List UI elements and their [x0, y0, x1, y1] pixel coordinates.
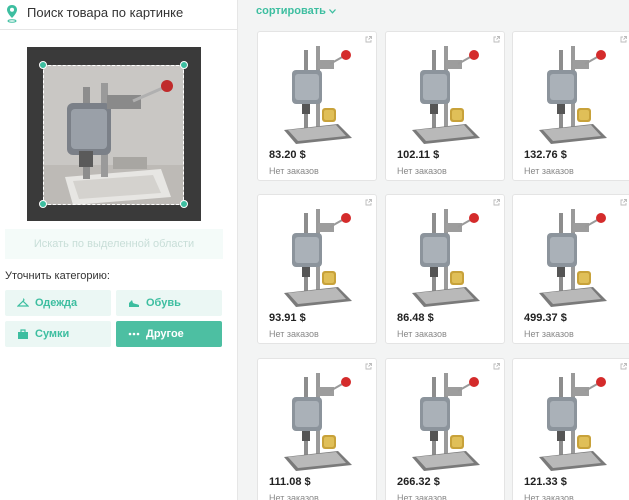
- selection-handle-bottom-right[interactable]: [180, 200, 188, 208]
- dots-icon: [128, 332, 140, 336]
- drill-press-photo: [43, 65, 184, 205]
- selection-handle-top-right[interactable]: [180, 61, 188, 69]
- product-card[interactable]: 86.48 $ Нет заказов: [385, 194, 505, 344]
- hanger-icon: [17, 298, 29, 307]
- external-link-icon[interactable]: [365, 199, 372, 206]
- product-image[interactable]: [406, 371, 486, 476]
- product-image[interactable]: [406, 44, 486, 149]
- product-orders: Нет заказов: [524, 166, 574, 176]
- product-orders: Нет заказов: [397, 329, 447, 339]
- product-price: 102.11 $: [397, 149, 440, 161]
- uploaded-photo: [43, 65, 184, 205]
- page-title: Поиск товара по картинке: [27, 5, 184, 20]
- product-card[interactable]: 102.11 $ Нет заказов: [385, 31, 505, 181]
- product-card[interactable]: 121.33 $ Нет заказов: [512, 358, 629, 500]
- left-panel: Поиск товара по картинке Искать по выдел…: [0, 0, 238, 500]
- external-link-icon[interactable]: [365, 363, 372, 370]
- product-image[interactable]: [278, 207, 358, 312]
- search-selected-area-button[interactable]: Искать по выделенной области: [5, 229, 223, 259]
- selection-handle-bottom-left[interactable]: [39, 200, 47, 208]
- product-price: 121.33 $: [524, 476, 567, 488]
- external-link-icon[interactable]: [620, 363, 627, 370]
- selection-handle-top-left[interactable]: [39, 61, 47, 69]
- shoe-icon: [129, 300, 139, 307]
- external-link-icon[interactable]: [365, 36, 372, 43]
- product-image[interactable]: [278, 44, 358, 149]
- category-label: Одежда: [35, 297, 78, 309]
- external-link-icon[interactable]: [620, 199, 627, 206]
- product-card[interactable]: 499.37 $ Нет заказов: [512, 194, 629, 344]
- sort-label: сортировать: [256, 5, 326, 17]
- product-price: 266.32 $: [397, 476, 440, 488]
- external-link-icon[interactable]: [620, 36, 627, 43]
- product-card[interactable]: 111.08 $ Нет заказов: [257, 358, 377, 500]
- bag-icon: [18, 329, 28, 339]
- external-link-icon[interactable]: [493, 36, 500, 43]
- refine-category-label: Уточнить категорию:: [5, 270, 110, 282]
- external-link-icon[interactable]: [493, 199, 500, 206]
- product-orders: Нет заказов: [524, 329, 574, 339]
- product-card[interactable]: 132.76 $ Нет заказов: [512, 31, 629, 181]
- product-price: 499.37 $: [524, 312, 567, 324]
- product-image[interactable]: [533, 207, 613, 312]
- product-card[interactable]: 83.20 $ Нет заказов: [257, 31, 377, 181]
- product-image[interactable]: [406, 207, 486, 312]
- category-label: Другое: [146, 328, 184, 340]
- category-label: Сумки: [35, 328, 70, 340]
- location-pin-icon: [7, 5, 17, 23]
- product-image[interactable]: [533, 44, 613, 149]
- product-card[interactable]: 93.91 $ Нет заказов: [257, 194, 377, 344]
- product-orders: Нет заказов: [269, 329, 319, 339]
- category-bags-button[interactable]: Сумки: [5, 321, 111, 347]
- category-other-button[interactable]: Другое: [116, 321, 222, 347]
- product-orders: Нет заказов: [269, 166, 319, 176]
- sort-dropdown[interactable]: сортировать: [256, 5, 336, 17]
- external-link-icon[interactable]: [493, 363, 500, 370]
- product-price: 83.20 $: [269, 149, 306, 161]
- panel-header: Поиск товара по картинке: [0, 0, 238, 30]
- product-orders: Нет заказов: [524, 493, 574, 500]
- product-card[interactable]: 266.32 $ Нет заказов: [385, 358, 505, 500]
- product-orders: Нет заказов: [397, 493, 447, 500]
- category-label: Обувь: [146, 297, 181, 309]
- product-price: 111.08 $: [269, 476, 311, 488]
- chevron-down-icon: [328, 8, 336, 14]
- product-orders: Нет заказов: [397, 166, 447, 176]
- product-price: 86.48 $: [397, 312, 434, 324]
- product-price: 132.76 $: [524, 149, 567, 161]
- product-image[interactable]: [533, 371, 613, 476]
- category-shoes-button[interactable]: Обувь: [116, 290, 222, 316]
- product-price: 93.91 $: [269, 312, 306, 324]
- category-clothes-button[interactable]: Одежда: [5, 290, 111, 316]
- product-image[interactable]: [278, 371, 358, 476]
- product-orders: Нет заказов: [269, 493, 319, 500]
